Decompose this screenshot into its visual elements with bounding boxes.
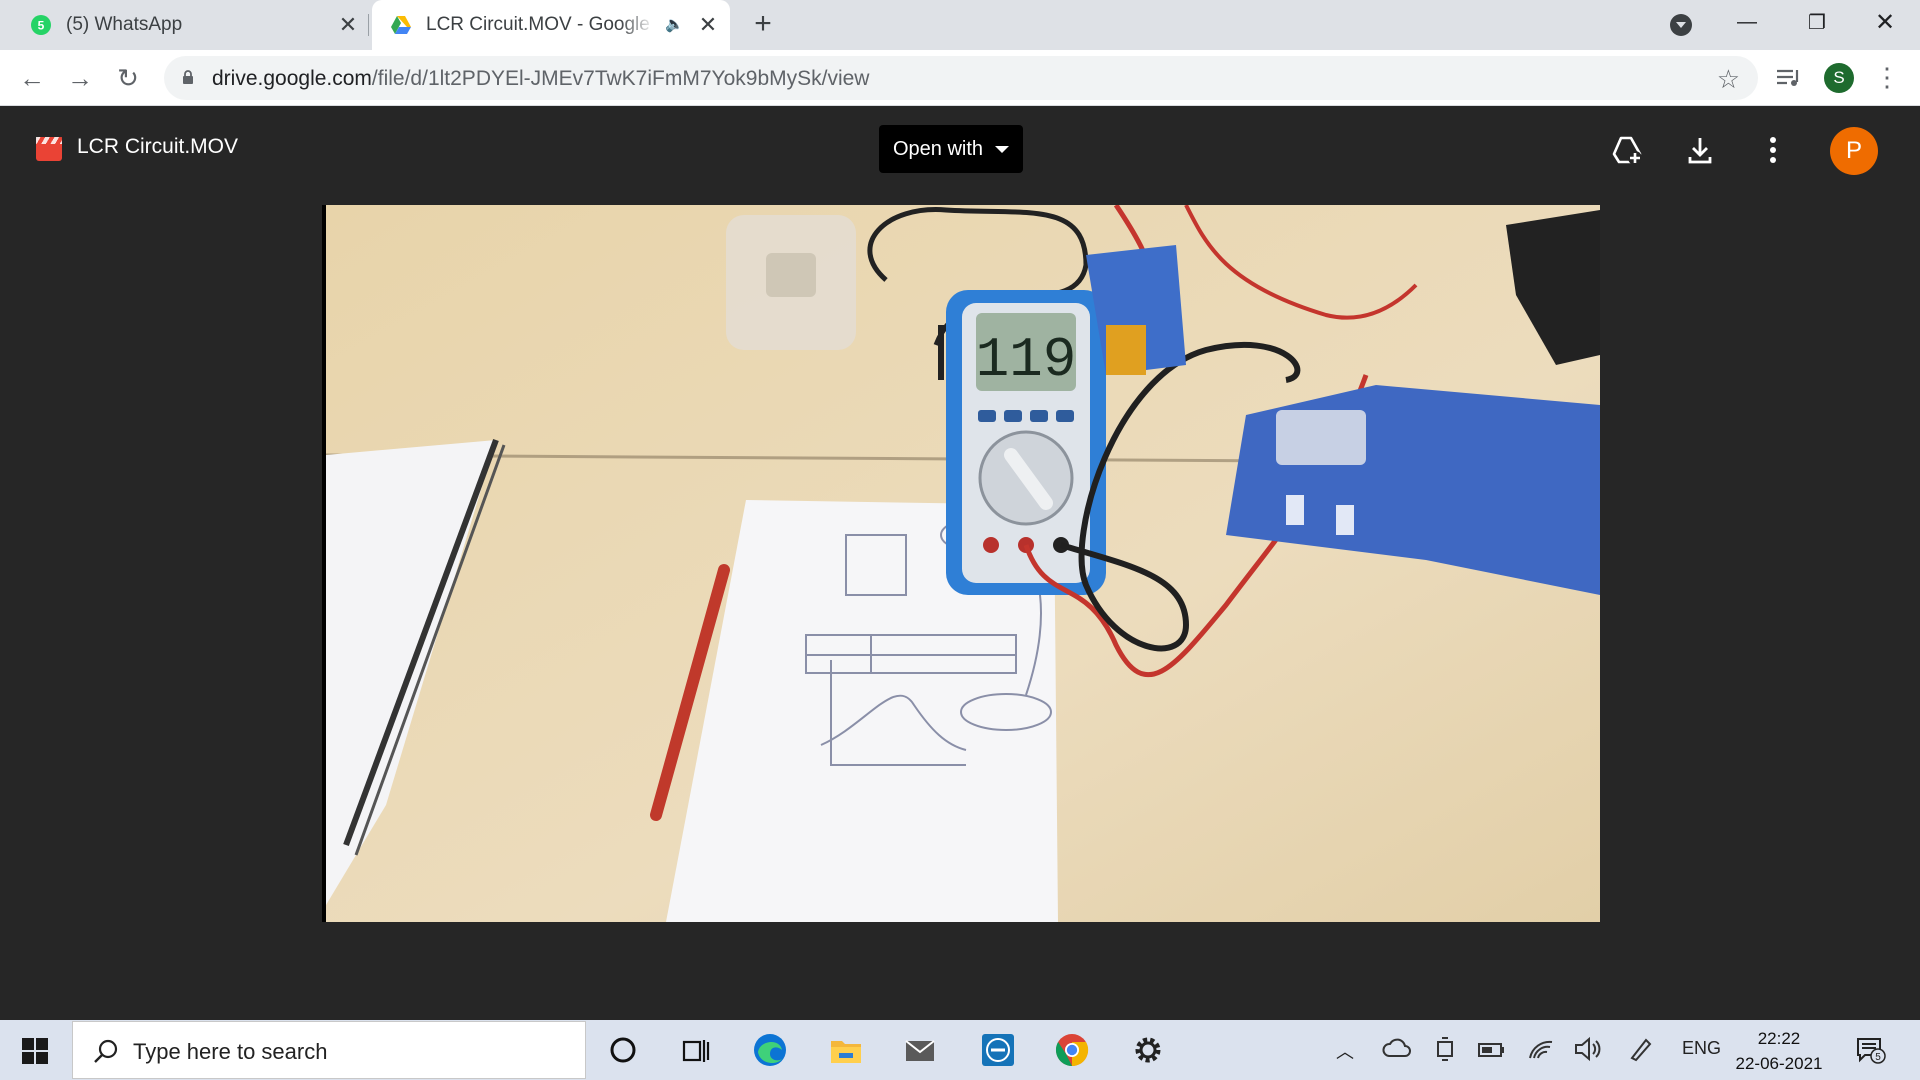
video-frame-image: 119 (326, 205, 1600, 922)
close-window-icon[interactable]: ✕ (1852, 0, 1918, 44)
lock-icon (183, 70, 193, 84)
whatsapp-badge: 5 (38, 19, 45, 33)
whatsapp-icon: 5 (31, 15, 51, 35)
open-with-button[interactable]: Open with (879, 125, 1023, 173)
pen-ink-icon[interactable] (1626, 1034, 1656, 1064)
file-explorer-icon[interactable] (828, 1032, 864, 1068)
onedrive-cloud-icon[interactable] (1382, 1034, 1412, 1064)
windows-taskbar: Type here to search ︿ ENG 22:22 22-06-20… (0, 1020, 1920, 1080)
url-path: /file/d/1lt2PDYEl-JMEv7TwK7iFmM7Yok9bMyS… (371, 67, 870, 90)
clock-time: 22:22 (1757, 1029, 1801, 1048)
browser-menu-icon[interactable]: ⋮ (1874, 62, 1900, 94)
edge-browser-icon[interactable] (752, 1032, 788, 1068)
settings-gear-icon[interactable] (1130, 1032, 1166, 1068)
address-bar[interactable]: drive.google.com/file/d/1lt2PDYEl-JMEv7T… (164, 56, 1758, 100)
back-icon[interactable]: ← (16, 62, 48, 94)
show-hidden-icons-chevron-icon[interactable]: ︿ (1336, 1038, 1354, 1064)
mail-icon[interactable] (902, 1032, 938, 1068)
task-view-icon[interactable] (678, 1032, 714, 1068)
tab-title: (5) WhatsApp (66, 14, 183, 35)
video-player[interactable]: 119 (322, 205, 1600, 922)
url-host: drive.google.com (212, 67, 372, 90)
volume-icon[interactable] (1572, 1034, 1602, 1064)
notification-count: 5 (1875, 1052, 1881, 1063)
close-tab-icon[interactable]: ✕ (336, 13, 360, 37)
tab-title: LCR Circuit.MOV - Google Drive (426, 14, 654, 35)
tab-google-drive[interactable]: LCR Circuit.MOV - Google Drive 🔈 ✕ (372, 0, 730, 50)
input-language-indicator[interactable]: ENG (1682, 1038, 1721, 1059)
browser-profile-avatar[interactable]: S (1824, 63, 1854, 93)
browser-toolbar: ← → ↻ drive.google.com/file/d/1lt2PDYEl-… (0, 50, 1920, 106)
battery-icon[interactable] (1476, 1036, 1506, 1064)
bookmark-star-icon[interactable]: ☆ (1717, 64, 1740, 95)
browser-tab-strip: 5 (5) WhatsApp ✕ LCR Circuit.MOV - Googl… (0, 0, 1920, 50)
new-tab-button[interactable]: + (748, 9, 778, 40)
more-actions-icon[interactable] (1756, 133, 1790, 167)
search-icon (94, 1039, 118, 1063)
tab-search-icon[interactable] (1670, 14, 1692, 36)
chrome-icon[interactable] (1054, 1032, 1090, 1068)
meet-now-icon[interactable] (1432, 1034, 1460, 1064)
windows-start-icon[interactable] (22, 1038, 48, 1064)
chevron-down-icon (995, 145, 1010, 153)
tab-divider (368, 14, 369, 36)
tab-whatsapp[interactable]: 5 (5) WhatsApp ✕ (0, 0, 370, 50)
clock-date: 22-06-2021 (1735, 1054, 1823, 1073)
add-to-drive-icon[interactable] (1610, 133, 1644, 167)
cortana-icon[interactable] (605, 1032, 641, 1068)
wifi-icon[interactable] (1526, 1034, 1556, 1064)
reload-icon[interactable]: ↻ (112, 62, 144, 94)
close-tab-icon[interactable]: ✕ (696, 13, 720, 37)
dell-app-icon[interactable] (980, 1032, 1016, 1068)
open-with-label: Open with (893, 137, 984, 160)
forward-icon[interactable]: → (64, 62, 96, 94)
taskbar-search-box[interactable]: Type here to search (72, 1021, 586, 1079)
drive-video-viewer: LCR Circuit.MOV Open with P 119 (0, 107, 1920, 1020)
media-controls-icon[interactable] (1772, 62, 1804, 94)
system-clock[interactable]: 22:22 22-06-2021 (1734, 1026, 1824, 1076)
google-drive-icon (391, 16, 411, 34)
account-avatar[interactable]: P (1830, 127, 1878, 175)
search-placeholder: Type here to search (133, 1039, 328, 1064)
video-file-icon (36, 137, 62, 161)
speaker-icon[interactable]: 🔈 (665, 15, 684, 33)
minimize-icon[interactable]: — (1714, 0, 1780, 44)
restore-icon[interactable]: ❐ (1784, 0, 1850, 44)
file-name: LCR Circuit.MOV (77, 135, 239, 158)
multimeter-reading: 119 (976, 328, 1077, 392)
url-text: drive.google.com/file/d/1lt2PDYEl-JMEv7T… (212, 67, 869, 91)
notification-center-icon[interactable]: 5 (1856, 1036, 1886, 1064)
download-icon[interactable] (1683, 133, 1717, 167)
